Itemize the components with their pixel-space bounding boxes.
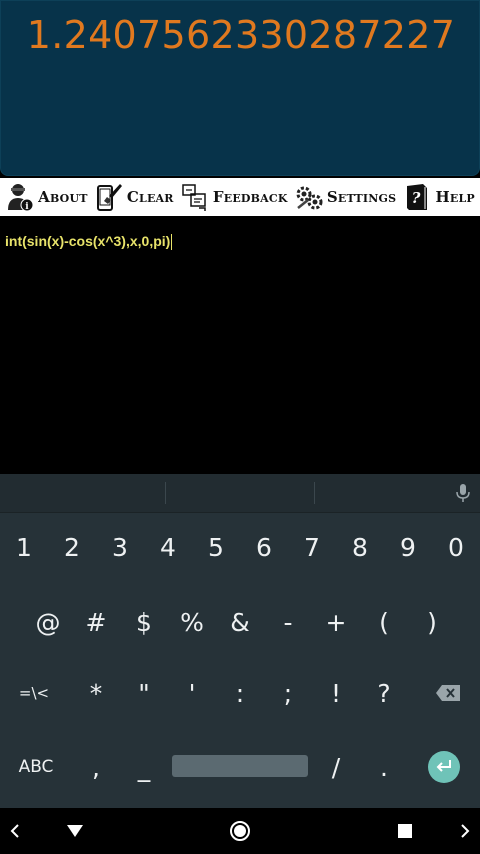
key-open-paren[interactable]: ( <box>360 597 408 647</box>
key-5[interactable]: 5 <box>192 522 240 572</box>
enter-key[interactable] <box>428 751 460 783</box>
key-0[interactable]: 0 <box>432 522 480 572</box>
clear-label: Clear <box>126 188 174 206</box>
key-hash[interactable]: # <box>72 597 120 647</box>
about-label: About <box>38 188 88 206</box>
key-exclamation[interactable]: ! <box>312 668 360 718</box>
symbol-row-1: @ # $ % & - + ( ) <box>0 597 480 647</box>
bottom-row: ABC , _ / . <box>0 742 480 792</box>
settings-label: Settings <box>326 188 397 206</box>
chevron-left-icon[interactable] <box>0 808 30 854</box>
phone-brush-icon <box>94 182 124 212</box>
key-3[interactable]: 3 <box>96 522 144 572</box>
suggestion-divider <box>165 482 166 504</box>
expression-text: int(sin(x)-cos(x^3),x,0,pi) <box>5 233 171 249</box>
svg-text:?: ? <box>412 189 421 207</box>
back-triangle-icon[interactable] <box>60 808 90 854</box>
user-info-icon: i <box>5 182 35 212</box>
enter-icon <box>436 758 452 777</box>
suggestion-divider <box>314 482 315 504</box>
backspace-key[interactable] <box>418 668 478 718</box>
text-caret <box>171 234 173 251</box>
more-symbols-key[interactable]: =\< <box>0 668 68 718</box>
key-1[interactable]: 1 <box>0 522 48 572</box>
key-at[interactable]: @ <box>24 597 72 647</box>
feedback-icon <box>180 182 210 212</box>
key-6[interactable]: 6 <box>240 522 288 572</box>
help-book-icon: ? <box>402 182 432 212</box>
home-circle-icon[interactable] <box>225 808 255 854</box>
navigation-bar <box>0 808 480 854</box>
abc-key[interactable]: ABC <box>0 742 72 792</box>
key-9[interactable]: 9 <box>384 522 432 572</box>
key-8[interactable]: 8 <box>336 522 384 572</box>
help-button[interactable]: ? Help <box>402 182 475 212</box>
number-row: 1 2 3 4 5 6 7 8 9 0 <box>0 522 480 572</box>
clear-button[interactable]: Clear <box>94 182 174 212</box>
key-period[interactable]: . <box>360 742 408 792</box>
space-key[interactable] <box>172 755 308 777</box>
feedback-label: Feedback <box>212 188 288 206</box>
svg-text:i: i <box>25 202 29 212</box>
feedback-button[interactable]: Feedback <box>180 182 288 212</box>
gear-icon <box>294 182 324 212</box>
chevron-right-icon[interactable] <box>450 808 480 854</box>
recents-square-icon[interactable] <box>390 808 420 854</box>
key-colon[interactable]: : <box>216 668 264 718</box>
key-7[interactable]: 7 <box>288 522 336 572</box>
key-slash[interactable]: / <box>312 742 360 792</box>
soft-keyboard: 1 2 3 4 5 6 7 8 9 0 @ # $ % & - + ( ) =\… <box>0 474 480 808</box>
expression-input[interactable]: int(sin(x)-cos(x^3),x,0,pi) <box>5 233 173 251</box>
key-comma[interactable]: , <box>72 742 120 792</box>
backspace-icon <box>435 679 461 708</box>
key-minus[interactable]: - <box>264 597 312 647</box>
key-percent[interactable]: % <box>168 597 216 647</box>
about-button[interactable]: i About <box>5 182 88 212</box>
key-ampersand[interactable]: & <box>216 597 264 647</box>
symbol-row-2: =\< * " ' : ; ! ? <box>0 668 480 718</box>
menu-bar: i About Clear Feedback Settings ? Help <box>0 178 480 216</box>
key-asterisk[interactable]: * <box>72 668 120 718</box>
result-value: 1.2407562330287227 <box>26 13 456 57</box>
settings-button[interactable]: Settings <box>294 182 396 212</box>
key-2[interactable]: 2 <box>48 522 96 572</box>
key-4[interactable]: 4 <box>144 522 192 572</box>
expression-input-area[interactable]: int(sin(x)-cos(x^3),x,0,pi) <box>0 218 480 474</box>
key-underscore[interactable]: _ <box>120 742 168 792</box>
microphone-icon[interactable] <box>456 484 470 506</box>
key-close-paren[interactable]: ) <box>408 597 456 647</box>
suggestion-strip <box>0 474 480 513</box>
key-dollar[interactable]: $ <box>120 597 168 647</box>
key-plus[interactable]: + <box>312 597 360 647</box>
key-semicolon[interactable]: ; <box>264 668 312 718</box>
key-double-quote[interactable]: " <box>120 668 168 718</box>
result-display: 1.2407562330287227 <box>0 0 480 176</box>
key-single-quote[interactable]: ' <box>168 668 216 718</box>
key-question[interactable]: ? <box>360 668 408 718</box>
help-label: Help <box>435 188 475 206</box>
